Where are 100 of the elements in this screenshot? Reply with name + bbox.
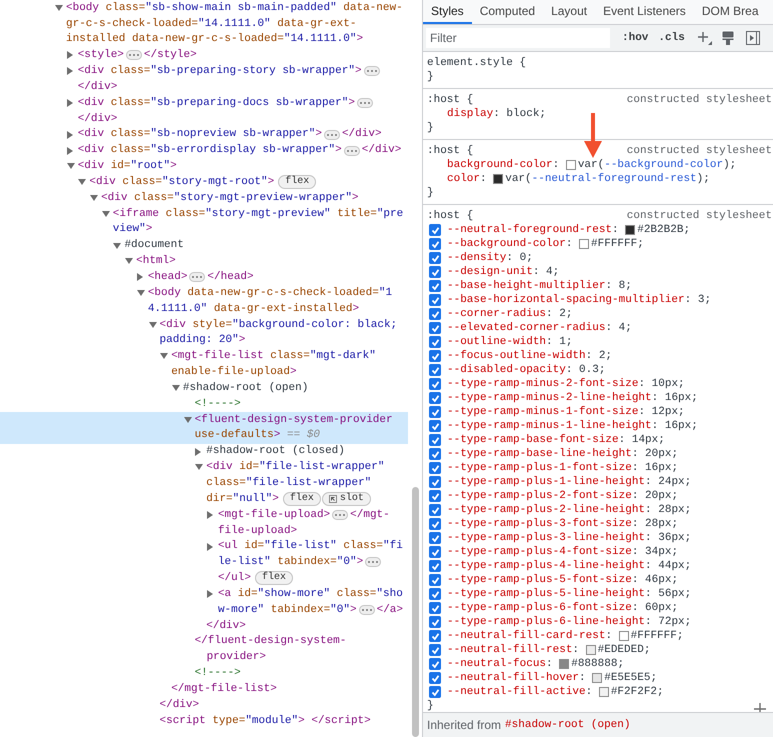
panel-tab[interactable]: Computed xyxy=(472,0,544,24)
ellipsis-button[interactable] xyxy=(324,130,340,140)
markup-text: <mgt-file-upload> xyxy=(218,508,330,523)
caret-down-icon[interactable] xyxy=(136,290,145,296)
plus-icon[interactable] xyxy=(754,703,766,712)
caret-right-icon[interactable] xyxy=(206,510,213,519)
caret-down-icon[interactable] xyxy=(66,163,75,170)
caret-down-icon[interactable] xyxy=(55,4,63,11)
caret-down-icon[interactable] xyxy=(125,258,134,264)
checkbox[interactable] xyxy=(429,238,441,250)
panel-tab[interactable]: DOM Brea xyxy=(694,0,766,24)
checkbox[interactable] xyxy=(429,280,441,292)
layout-badge[interactable]: flex xyxy=(282,492,321,506)
checkbox[interactable] xyxy=(429,294,441,306)
checkbox[interactable] xyxy=(429,308,441,320)
ellipsis-button[interactable] xyxy=(356,98,373,108)
color-swatch[interactable] xyxy=(586,645,596,655)
layout-badge[interactable]: flex xyxy=(278,175,316,190)
checkbox[interactable] xyxy=(429,322,441,334)
ellipsis-button[interactable] xyxy=(358,604,375,615)
checkbox[interactable] xyxy=(429,392,441,404)
checkbox[interactable] xyxy=(429,546,441,558)
scrollbar-thumb[interactable] xyxy=(412,487,418,737)
caret-right-icon[interactable] xyxy=(66,98,73,107)
checkbox[interactable] xyxy=(429,364,441,376)
caret-down-icon[interactable] xyxy=(195,464,204,470)
checkbox[interactable] xyxy=(429,686,441,698)
ellipsis-button[interactable] xyxy=(126,50,142,60)
caret-down-icon[interactable] xyxy=(148,322,156,328)
caret-down-icon[interactable] xyxy=(90,195,98,202)
checkbox[interactable] xyxy=(429,588,441,600)
stylesheet-source[interactable]: constructed stylesheet xyxy=(626,209,772,223)
checkbox[interactable] xyxy=(429,448,441,460)
caret-down-icon[interactable] xyxy=(184,416,192,423)
checkbox[interactable] xyxy=(429,406,441,418)
caret-right-icon[interactable] xyxy=(206,590,213,598)
filter-field[interactable]: Filter xyxy=(426,28,610,48)
checkbox[interactable] xyxy=(429,350,441,362)
checkbox[interactable] xyxy=(429,672,441,684)
checkbox[interactable] xyxy=(429,266,441,278)
ellipsis-button[interactable] xyxy=(189,272,206,282)
markup-text: </mgt- xyxy=(350,508,390,523)
checkbox[interactable] xyxy=(429,462,441,474)
color-swatch[interactable] xyxy=(625,225,636,235)
ellipsis-button[interactable] xyxy=(364,66,380,76)
checkbox[interactable] xyxy=(429,224,441,236)
checkbox[interactable] xyxy=(429,434,441,446)
caret-down-icon[interactable] xyxy=(160,353,168,360)
color-swatch[interactable] xyxy=(579,239,590,249)
color-swatch[interactable] xyxy=(566,160,576,170)
checkbox[interactable] xyxy=(429,532,441,544)
hover-state-button[interactable]: :hov xyxy=(622,30,648,46)
checkbox[interactable] xyxy=(429,420,441,432)
ellipsis-button[interactable] xyxy=(332,510,348,520)
checkbox[interactable] xyxy=(429,602,441,614)
checkbox[interactable] xyxy=(429,252,441,264)
caret-down-icon[interactable] xyxy=(172,385,180,392)
color-swatch[interactable] xyxy=(598,687,609,697)
checkbox[interactable] xyxy=(429,518,441,530)
brush-icon[interactable] xyxy=(722,31,734,45)
caret-right-icon[interactable] xyxy=(66,67,73,76)
caret-right-icon[interactable] xyxy=(136,273,143,282)
color-swatch[interactable] xyxy=(592,673,602,683)
caret-right-icon[interactable] xyxy=(66,51,73,60)
checkbox[interactable] xyxy=(429,574,441,586)
inherited-label: Inherited from xyxy=(427,717,502,734)
caret-right-icon[interactable] xyxy=(206,542,213,551)
checkbox[interactable] xyxy=(429,658,441,670)
caret-down-icon[interactable] xyxy=(113,242,122,249)
ellipsis-button[interactable] xyxy=(344,146,360,156)
color-swatch[interactable] xyxy=(559,659,570,669)
ellipsis-button[interactable] xyxy=(365,557,382,568)
checkbox[interactable] xyxy=(429,630,441,642)
inherited-source[interactable]: #shadow-root (open) xyxy=(505,716,630,734)
css-selector: element.style { xyxy=(427,56,526,70)
stylesheet-source[interactable]: constructed stylesheet xyxy=(626,93,772,107)
stylesheet-source[interactable]: constructed stylesheet xyxy=(626,144,772,158)
checkbox[interactable] xyxy=(429,378,441,390)
caret-right-icon[interactable] xyxy=(195,448,202,456)
layout-badge[interactable]: flex xyxy=(254,571,293,586)
color-swatch[interactable] xyxy=(618,631,629,641)
checkbox[interactable] xyxy=(429,476,441,488)
panel-tab[interactable]: Event Listeners xyxy=(595,0,694,24)
checkbox[interactable] xyxy=(429,644,441,656)
checkbox[interactable] xyxy=(429,490,441,502)
slot-badge[interactable]: slot xyxy=(322,492,371,506)
panel-tab[interactable]: Layout xyxy=(543,0,596,24)
checkbox[interactable] xyxy=(429,560,441,572)
sidebar-toggle-icon[interactable] xyxy=(746,31,760,45)
caret-down-icon[interactable] xyxy=(102,210,110,217)
caret-down-icon[interactable] xyxy=(78,179,86,186)
markup-text: <iframe class="story-mgt-preview" title="pre xyxy=(112,206,404,222)
checkbox[interactable] xyxy=(429,504,441,516)
caret-right-icon[interactable] xyxy=(66,130,73,139)
caret-right-icon[interactable] xyxy=(66,146,73,155)
color-swatch[interactable] xyxy=(493,174,504,184)
class-toggle-button[interactable]: .cls xyxy=(658,30,685,46)
checkbox[interactable] xyxy=(429,336,441,348)
plus-icon[interactable] xyxy=(696,31,712,45)
checkbox[interactable] xyxy=(429,616,441,628)
